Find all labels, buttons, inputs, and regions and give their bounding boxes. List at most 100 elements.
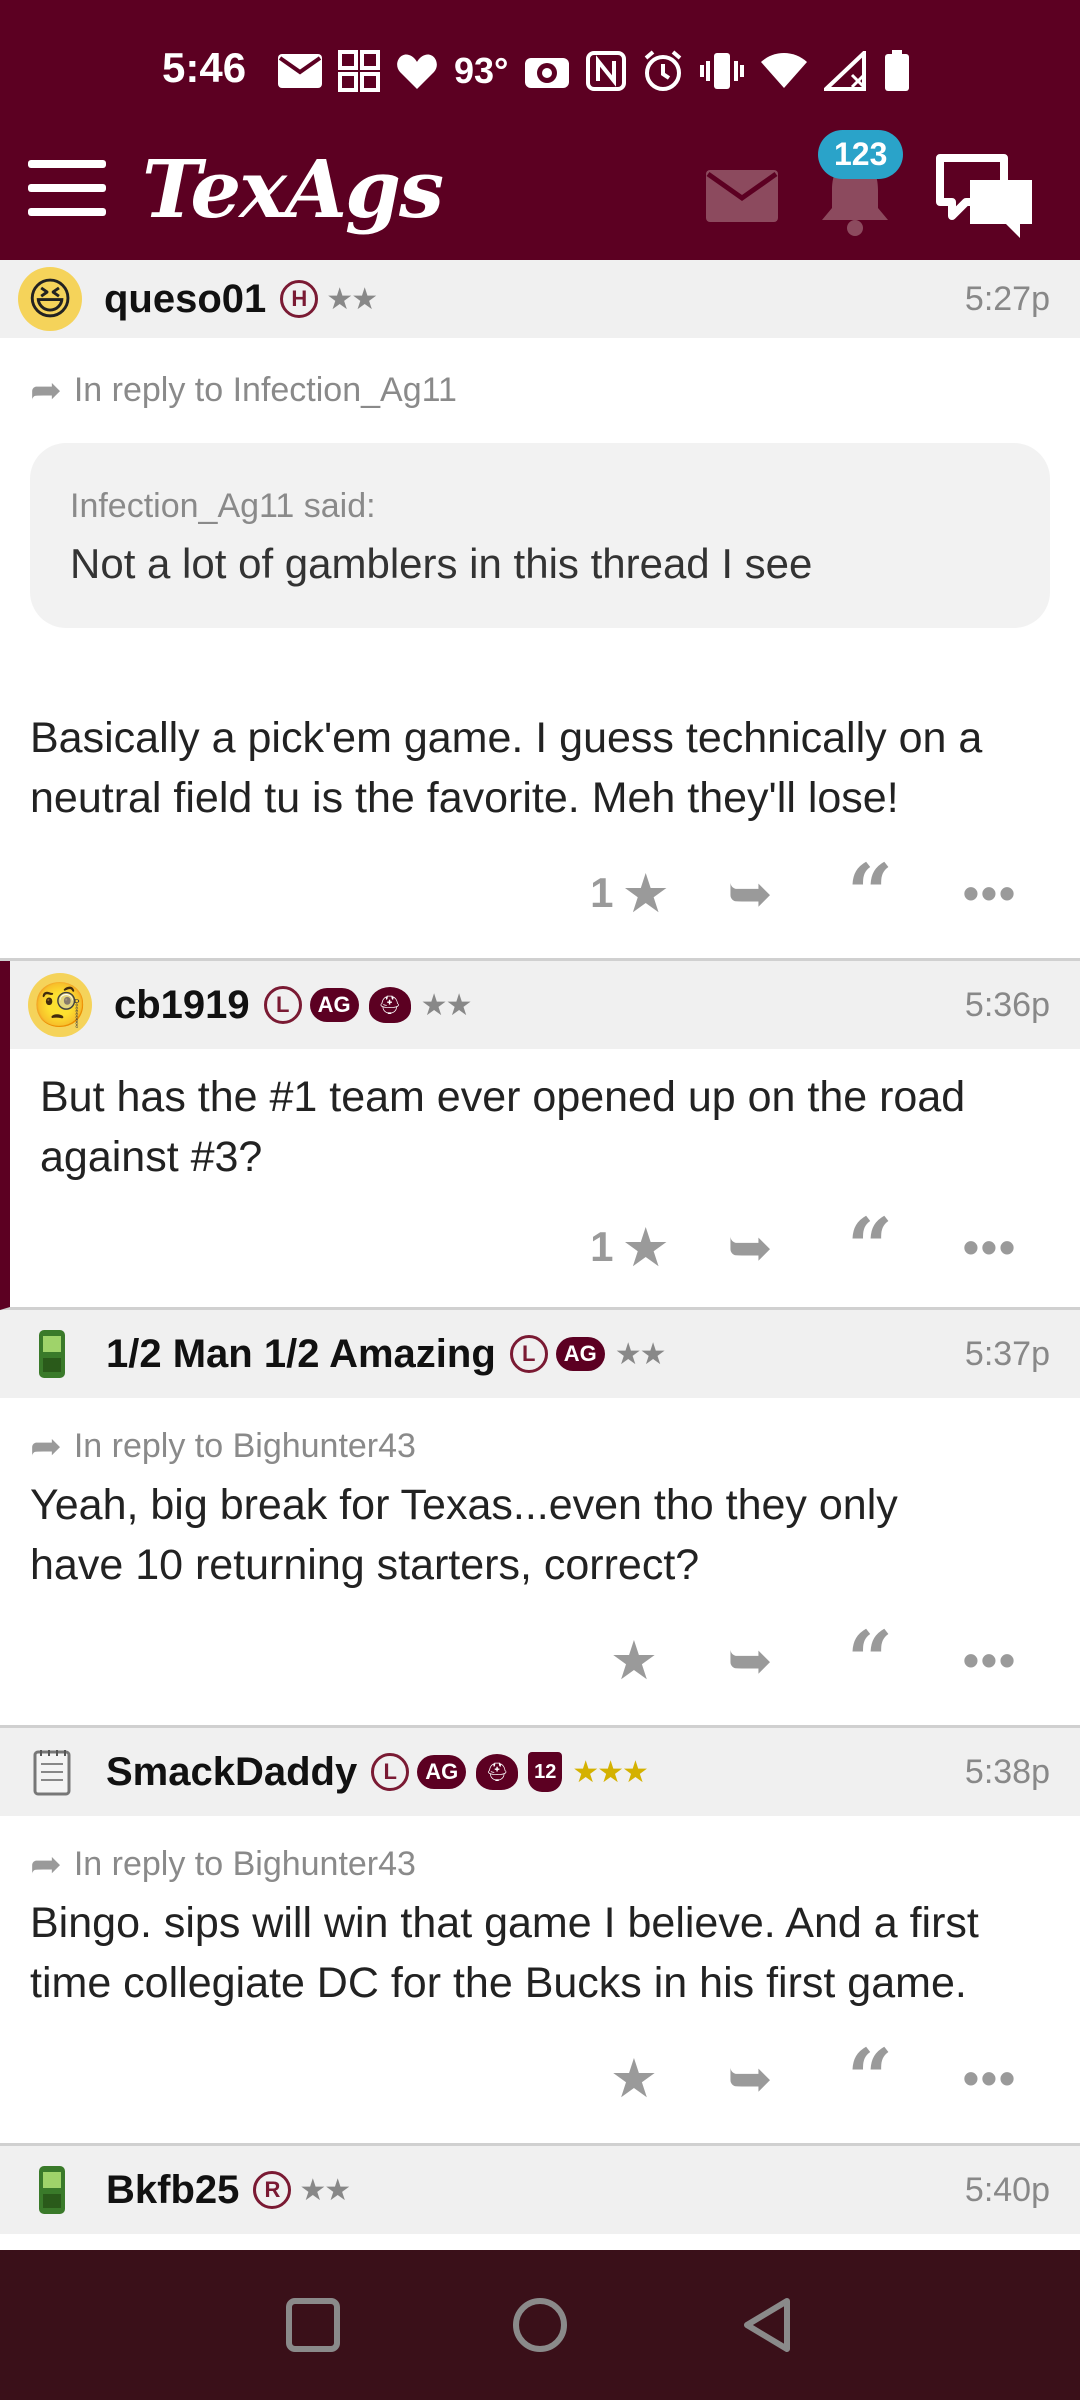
quote-text: Not a lot of gamblers in this thread I s…	[70, 540, 813, 587]
quote-button[interactable]: “	[810, 1207, 930, 1287]
avatar-laughing-icon[interactable]: 😆	[18, 267, 82, 331]
reply-icon: ➥	[727, 863, 773, 924]
reply-arrow-icon: ➦	[30, 1426, 62, 1468]
quote-author: Infection_Ag11 said:	[70, 487, 376, 525]
reply-button[interactable]: ➥	[690, 1212, 810, 1282]
badge-ag: AG	[309, 988, 359, 1022]
quote-button[interactable]: “	[810, 853, 930, 933]
post-text-line: Bingo. sips will win that game I believe…	[30, 1899, 979, 1947]
quote-icon: “	[846, 1613, 893, 1707]
more-options-button[interactable]: •••	[930, 1625, 1050, 1695]
avatar-notepad-icon[interactable]	[32, 1740, 72, 1804]
like-button[interactable]: ★	[570, 2043, 690, 2113]
status-time: 5:46	[162, 44, 247, 91]
post-actions: ★ ➥ “ •••	[0, 1595, 1080, 1725]
messages-button[interactable]	[706, 170, 778, 222]
avatar-monocle-icon[interactable]: 🧐	[28, 973, 92, 1037]
system-nav-bar	[0, 2250, 1080, 2400]
app-header: TexAgs	[0, 120, 1080, 260]
texags-logo[interactable]: TexAgs	[142, 142, 444, 236]
more-options-button[interactable]: •••	[930, 858, 1050, 928]
reply-arrow-icon: ➦	[30, 1844, 62, 1886]
post-header: 😆 queso01 H ★★ 5:27p	[0, 260, 1080, 338]
post-body: ➦ In reply to Bighunter43 Yeah, big brea…	[0, 1424, 1080, 1595]
reply-to-link[interactable]: ➦ In reply to Bighunter43	[30, 1424, 1050, 1469]
more-icon: •••	[962, 867, 1018, 919]
helmet-badge-icon: ⛑	[368, 987, 411, 1023]
back-button[interactable]	[727, 2285, 807, 2365]
more-options-button[interactable]: •••	[930, 1212, 1050, 1282]
reply-icon: ➥	[727, 2048, 773, 2109]
post: 🧐 cb1919 L AG ⛑ ★★ 5:36p But has the #1 …	[0, 961, 1080, 1310]
post-text: Yeah, big break for Texas...even tho the…	[30, 1475, 1050, 1595]
like-button[interactable]: ★	[570, 1625, 690, 1695]
battery-icon	[884, 46, 910, 96]
camera-icon	[524, 46, 570, 96]
post-text-line: have 10 returning starters, correct?	[30, 1541, 700, 1589]
chat-button[interactable]	[936, 150, 1036, 240]
post-header: SmackDaddy L AG ⛑ 12 ★★★ 5:38p	[0, 1728, 1080, 1816]
post: 1/2 Man 1/2 Amazing L AG ★★ 5:37p ➦ In r…	[0, 1310, 1080, 1728]
nfc-icon	[586, 46, 627, 96]
avatar-phone-icon[interactable]	[32, 1322, 72, 1386]
post-text-line: neutral field tu is the favorite. Meh th…	[30, 774, 899, 822]
post: Bkfb25 R ★★ 5:40p	[0, 2146, 1080, 2234]
post-time: 5:38p	[964, 1752, 1050, 1791]
vibrate-icon	[700, 46, 745, 96]
badge-l: L	[371, 1753, 410, 1791]
temperature-text: 93°	[454, 50, 509, 91]
quote-icon: “	[846, 2031, 893, 2125]
username[interactable]: 1/2 Man 1/2 Amazing	[106, 1332, 496, 1377]
signal-icon	[824, 46, 868, 96]
badge-l: L	[263, 986, 302, 1024]
recents-button[interactable]	[273, 2285, 353, 2365]
more-options-button[interactable]: •••	[930, 2043, 1050, 2113]
reply-to-link[interactable]: ➦ In reply to Infection_Ag11	[30, 368, 1050, 413]
quote-button[interactable]: “	[810, 1613, 930, 1707]
reply-button[interactable]: ➥	[690, 1625, 810, 1695]
post-header: 🧐 cb1919 L AG ⛑ ★★ 5:36p	[10, 961, 1080, 1049]
circle-icon	[512, 2298, 567, 2352]
like-button[interactable]: 1 ★	[570, 1212, 690, 1282]
quote-button[interactable]: “	[810, 2031, 930, 2125]
avatar-phone-icon[interactable]	[32, 2158, 72, 2222]
post-text: Bingo. sips will win that game I believe…	[30, 1893, 1050, 2013]
like-count: 1	[590, 1223, 614, 1270]
star-icon: ★	[621, 1217, 670, 1278]
post-header: Bkfb25 R ★★ 5:40p	[0, 2146, 1080, 2234]
star-icon: ★	[621, 863, 670, 924]
status-icons: 93°	[278, 46, 910, 96]
post-time: 5:36p	[964, 985, 1050, 1024]
reply-button[interactable]: ➥	[690, 858, 810, 928]
square-icon	[286, 2298, 341, 2352]
rating-stars: ★★	[326, 282, 378, 316]
hamburger-icon-bar	[28, 160, 106, 168]
star-icon: ★	[609, 1630, 659, 1691]
username[interactable]: Bkfb25	[106, 2168, 239, 2213]
post-body: ➦ In reply to Infection_Ag11 Infection_A…	[0, 368, 1080, 828]
like-button[interactable]: 1 ★	[570, 858, 690, 928]
post-text: But has the #1 team ever opened up on th…	[40, 1067, 1050, 1187]
reply-to-link[interactable]: ➦ In reply to Bighunter43	[30, 1842, 1050, 1887]
reply-button[interactable]: ➥	[690, 2043, 810, 2113]
post-text-line: But has the #1 team ever opened up on th…	[40, 1073, 966, 1121]
post-body: But has the #1 team ever opened up on th…	[10, 1067, 1080, 1187]
badge-h: H	[280, 280, 319, 318]
username[interactable]: SmackDaddy	[106, 1750, 357, 1795]
rating-stars: ★★★	[572, 1755, 649, 1789]
badge-12: 12	[528, 1752, 563, 1792]
reply-arrow-icon: ➦	[30, 370, 62, 412]
username[interactable]: queso01	[104, 277, 266, 322]
widgets-icon	[338, 46, 380, 96]
menu-button[interactable]	[28, 160, 106, 216]
badge-ag: AG	[555, 1337, 605, 1371]
home-button[interactable]	[500, 2285, 580, 2365]
mail-icon	[278, 46, 322, 96]
post-actions: 1 ★ ➥ “ •••	[10, 1187, 1080, 1307]
badge-ag: AG	[417, 1755, 467, 1789]
rating-stars: ★★	[420, 988, 473, 1022]
reply-icon: ➥	[727, 1630, 773, 1691]
post-actions: ★ ➥ “ •••	[0, 2013, 1080, 2143]
username[interactable]: cb1919	[114, 983, 250, 1028]
reply-to-text: In reply to Infection_Ag11	[73, 371, 457, 409]
